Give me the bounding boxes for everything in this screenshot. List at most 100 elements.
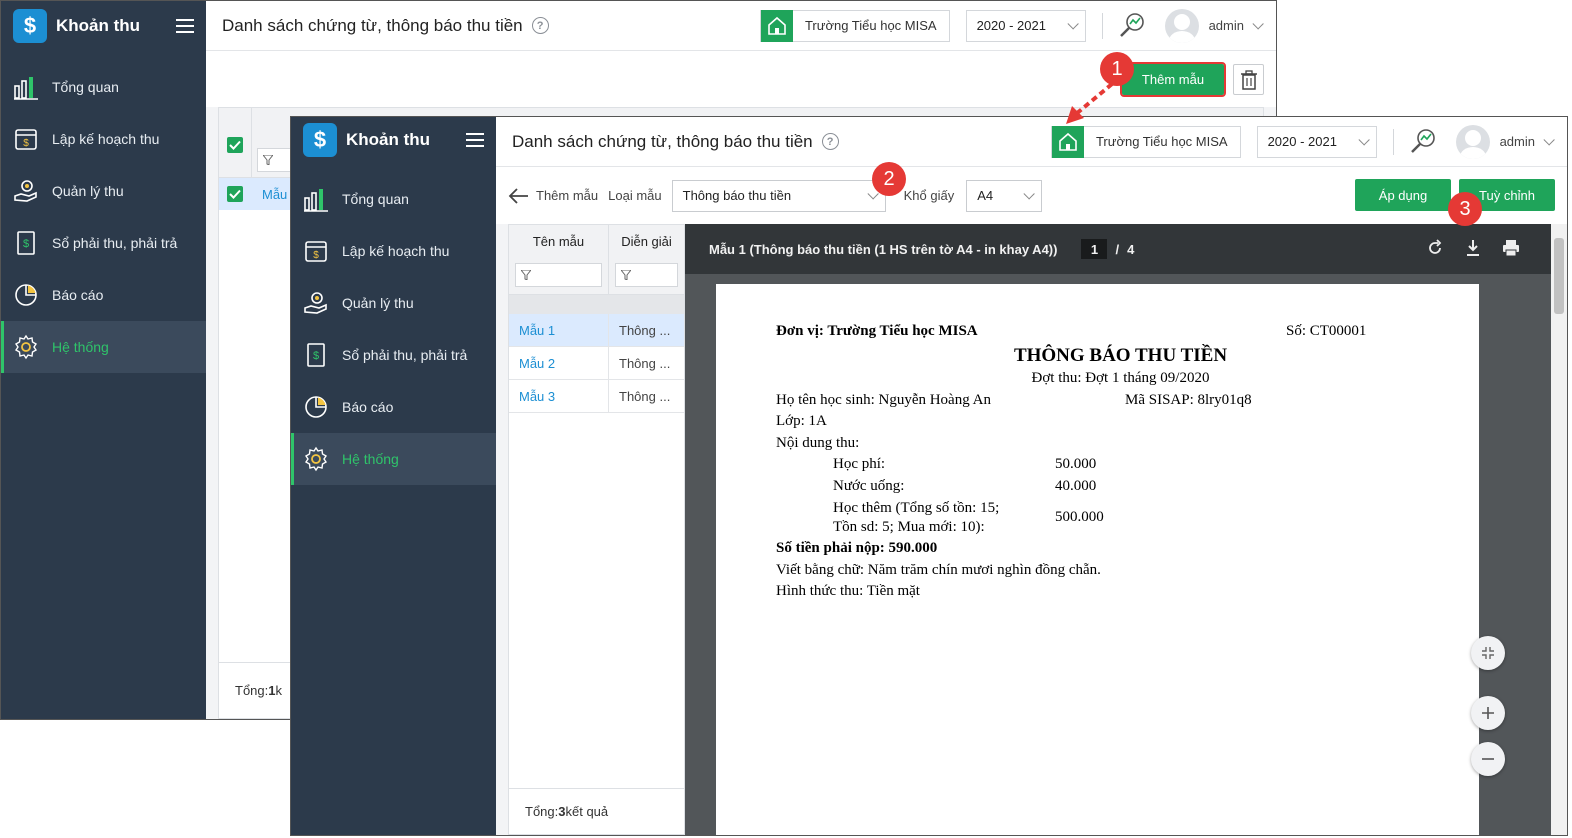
download-icon[interactable] bbox=[1463, 238, 1483, 258]
sidebar-item-ledger[interactable]: $ Sổ phải thu, phải trả bbox=[1, 217, 206, 269]
help-icon[interactable]: ? bbox=[531, 17, 549, 34]
paper-size-label: Khổ giấy bbox=[903, 188, 955, 203]
zoom-in-button[interactable] bbox=[1471, 696, 1505, 730]
template-name[interactable]: Mẫu 1 bbox=[509, 314, 609, 346]
template-type-select[interactable]: Thông báo thu tiền bbox=[671, 179, 886, 212]
footer-suffix: kết quả bbox=[565, 804, 609, 819]
delete-button[interactable] bbox=[1233, 64, 1264, 95]
sidebar-item-collect[interactable]: Quản lý thu bbox=[1, 165, 206, 217]
footer-count: 1 bbox=[268, 683, 276, 698]
list-item[interactable]: Mẫu 3 Thông ... bbox=[509, 380, 684, 413]
hamburger-menu-icon[interactable] bbox=[176, 19, 194, 33]
fee-amount: 40.000 bbox=[1055, 478, 1097, 494]
viewer-title: Mẫu 1 (Thông báo thu tiền (1 HS trên tờ … bbox=[709, 241, 1058, 257]
template-desc: Thông ... bbox=[619, 388, 671, 404]
calendar-money-icon: $ bbox=[15, 129, 37, 150]
sidebar-item-report[interactable]: Báo cáo bbox=[1, 269, 206, 321]
fee-name: Học phí: bbox=[833, 456, 886, 472]
callout-badge-3: 3 bbox=[1448, 192, 1482, 226]
sidebar-item-plan[interactable]: $ Lập kế hoạch thu bbox=[1, 113, 206, 165]
year-select[interactable]: 2020 - 2021 bbox=[1256, 125, 1377, 158]
ledger-book-icon: $ bbox=[307, 343, 325, 367]
calendar-money-icon: $ bbox=[305, 241, 327, 262]
sidebar-item-label: Quản lý thu bbox=[52, 183, 124, 199]
sidebar: $ Khoản thu Tổng quan $ Lập kế hoạch thu… bbox=[1, 1, 206, 719]
list-header: Tên mẫu Diễn giải bbox=[509, 225, 684, 295]
sidebar-item-label: Quản lý thu bbox=[342, 295, 414, 311]
doc-method: Hình thức thu: Tiền mặt bbox=[776, 583, 920, 599]
school-name: Trường Tiểu học MISA bbox=[1095, 134, 1228, 149]
column-header: Diễn giải bbox=[621, 234, 672, 249]
school-selector[interactable]: Trường Tiểu học MISA bbox=[759, 9, 950, 42]
sidebar-header: $ Khoản thu bbox=[291, 117, 496, 163]
user-name[interactable]: admin bbox=[1209, 18, 1244, 33]
app-title: Khoản thu bbox=[346, 130, 431, 149]
add-template-button[interactable]: Thêm mẫu bbox=[1120, 62, 1226, 97]
gear-icon bbox=[15, 334, 37, 360]
sidebar-item-overview[interactable]: Tổng quan bbox=[291, 173, 496, 225]
search-analytics-icon[interactable] bbox=[1117, 11, 1147, 41]
pie-chart-icon bbox=[15, 284, 37, 306]
back-label[interactable]: Thêm mẫu bbox=[536, 188, 598, 203]
zoom-out-button[interactable] bbox=[1471, 742, 1505, 776]
chevron-down-icon[interactable] bbox=[1543, 133, 1555, 146]
doc-class: Lớp: 1A bbox=[776, 413, 827, 429]
sidebar-item-system[interactable]: Hệ thống bbox=[291, 433, 496, 485]
page-title: Danh sách chứng từ, thông báo thu tiền bbox=[512, 131, 813, 151]
search-analytics-icon[interactable] bbox=[1408, 127, 1438, 157]
hamburger-menu-icon[interactable] bbox=[466, 133, 484, 147]
doc-number: Số: CT00001 bbox=[1286, 323, 1367, 339]
footer-prefix: Tổng: bbox=[525, 804, 559, 819]
sidebar-item-overview[interactable]: Tổng quan bbox=[1, 61, 206, 113]
avatar[interactable] bbox=[1164, 8, 1199, 43]
user-name[interactable]: admin bbox=[1500, 134, 1535, 149]
list-item[interactable]: Mẫu 2 Thông ... bbox=[509, 347, 684, 380]
chevron-down-icon bbox=[1023, 187, 1035, 200]
sidebar-item-collect[interactable]: Quản lý thu bbox=[291, 277, 496, 329]
help-icon[interactable]: ? bbox=[821, 133, 839, 150]
sidebar-item-ledger[interactable]: $ Sổ phải thu, phải trả bbox=[291, 329, 496, 381]
school-selector[interactable]: Trường Tiểu học MISA bbox=[1050, 125, 1241, 158]
fee-name: Nước uống: bbox=[833, 478, 905, 494]
sidebar-item-report[interactable]: Báo cáo bbox=[291, 381, 496, 433]
scrollbar-thumb[interactable] bbox=[1554, 238, 1564, 314]
select-all-checkbox[interactable] bbox=[227, 137, 243, 153]
row-link[interactable]: Mẫu bbox=[262, 187, 287, 202]
doc-content-label: Nội dung thu: bbox=[776, 435, 860, 451]
viewer-scrollbar[interactable] bbox=[1551, 224, 1567, 835]
year-value: 2020 - 2021 bbox=[1267, 134, 1337, 149]
doc-unit: Đơn vị: Trường Tiểu học MISA bbox=[776, 323, 978, 339]
avatar[interactable] bbox=[1455, 124, 1490, 159]
print-icon[interactable] bbox=[1501, 238, 1521, 258]
sidebar-item-plan[interactable]: $ Lập kế hoạch thu bbox=[291, 225, 496, 277]
footer-prefix: Tổng: bbox=[235, 683, 269, 698]
apply-button[interactable]: Áp dụng bbox=[1355, 179, 1451, 211]
main-area: Danh sách chứng từ, thông báo thu tiền ?… bbox=[496, 117, 1567, 835]
sidebar-item-label: Hệ thống bbox=[52, 339, 109, 355]
page-number-input[interactable]: 1 bbox=[1081, 239, 1108, 259]
paper-size-select[interactable]: A4 bbox=[966, 179, 1043, 212]
page-separator: / bbox=[1115, 241, 1120, 257]
list-item[interactable]: Mẫu 1 Thông ... bbox=[509, 314, 684, 347]
chevron-down-icon[interactable] bbox=[1252, 17, 1264, 30]
rotate-icon[interactable] bbox=[1425, 238, 1445, 258]
chevron-down-icon bbox=[1358, 133, 1370, 146]
filter-box[interactable] bbox=[615, 263, 678, 287]
filter-icon bbox=[263, 155, 273, 165]
filter-box[interactable] bbox=[515, 263, 602, 287]
sidebar-item-label: Lập kế hoạch thu bbox=[52, 131, 160, 147]
year-select[interactable]: 2020 - 2021 bbox=[965, 9, 1086, 42]
sidebar-item-label: Báo cáo bbox=[52, 287, 104, 303]
fit-page-button[interactable] bbox=[1471, 636, 1505, 670]
row-checkbox[interactable] bbox=[227, 186, 243, 202]
list-footer: Tổng: 3 kết quả bbox=[509, 788, 684, 834]
column-name: Tên mẫu bbox=[509, 225, 609, 294]
foreground-window: $ Khoản thu Tổng quan $ Lập kế hoạch thu… bbox=[290, 116, 1568, 836]
template-name[interactable]: Mẫu 3 bbox=[509, 380, 609, 412]
coin-hand-icon bbox=[304, 292, 327, 314]
sidebar-item-label: Sổ phải thu, phải trả bbox=[52, 235, 178, 251]
sidebar-item-system[interactable]: Hệ thống bbox=[1, 321, 206, 373]
template-name[interactable]: Mẫu 2 bbox=[509, 347, 609, 379]
svg-text:$: $ bbox=[313, 250, 319, 261]
back-arrow-icon[interactable] bbox=[508, 185, 530, 207]
